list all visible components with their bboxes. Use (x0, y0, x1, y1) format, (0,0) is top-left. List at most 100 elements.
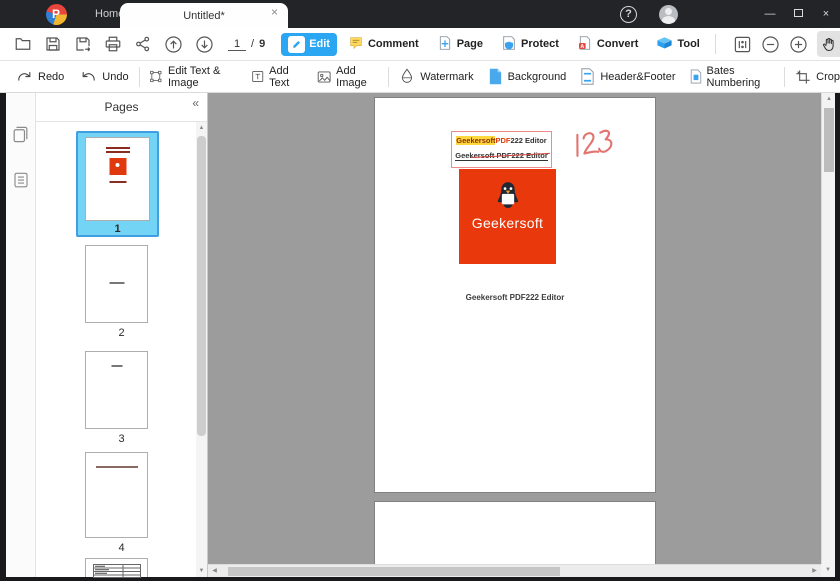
add-text-button[interactable]: Add Text (251, 65, 303, 89)
bates-numbering-button[interactable]: Bates Numbering (690, 65, 775, 89)
page-total: 9 (259, 38, 265, 50)
add-text-icon (251, 68, 264, 85)
thumbnail-1-label: 1 (78, 223, 157, 235)
tab-page[interactable]: Page (430, 32, 490, 57)
page-thumbnail-4[interactable] (85, 452, 148, 538)
background-label: Background (508, 71, 567, 83)
tab-comment[interactable]: Comment (341, 32, 426, 57)
svg-text:A: A (580, 44, 584, 50)
edit-pencil-icon (288, 36, 305, 53)
scroll-down-icon[interactable]: ▼ (196, 565, 207, 577)
watermark-label: Watermark (420, 71, 473, 83)
tab-tool[interactable]: Tool (649, 31, 706, 57)
divider (388, 67, 389, 87)
crop-button[interactable]: Crop (795, 69, 840, 85)
app-logo-icon[interactable] (46, 4, 67, 25)
add-text-label: Add Text (269, 65, 303, 89)
page-thumbnail-3[interactable] (85, 351, 148, 429)
scroll-up-icon[interactable]: ▲ (822, 93, 835, 106)
bates-numbering-icon (690, 68, 702, 85)
fit-view-icon[interactable] (733, 35, 752, 54)
tab-convert[interactable]: A Convert (570, 32, 646, 57)
header-footer-button[interactable]: Header&Footer (580, 68, 675, 85)
background-button[interactable]: Background (488, 68, 567, 85)
hand-tool-button[interactable] (817, 31, 840, 57)
page-thumbnail-1[interactable] (85, 137, 150, 221)
page-thumbnail-2[interactable] (85, 245, 148, 323)
undo-icon (80, 69, 97, 84)
page-number-input[interactable] (228, 38, 246, 51)
scroll-up-icon[interactable]: ▲ (196, 122, 207, 134)
thumbnail-4-label: 4 (36, 542, 207, 554)
scroll-right-icon[interactable]: ▶ (808, 565, 821, 577)
print-icon[interactable] (104, 35, 122, 54)
scrollbar-thumb[interactable] (197, 136, 206, 436)
text-line-1: GeekersoftPDF222 Editor (452, 136, 551, 145)
hand-icon (821, 36, 838, 53)
ink-annotation-123[interactable] (570, 125, 618, 168)
canvas-vertical-scrollbar[interactable]: ▲ (821, 93, 835, 564)
pdf-page-1[interactable]: GeekersoftPDF222 Editor Geekersoft PDF22… (374, 97, 656, 493)
collapse-panel-icon[interactable]: « (192, 96, 199, 110)
zoom-in-icon[interactable] (789, 35, 808, 54)
watermark-icon (399, 68, 415, 85)
titlebar-right: ? — × (620, 0, 840, 28)
watermark-button[interactable]: Watermark (399, 68, 473, 85)
tab-edit-label: Edit (309, 38, 330, 50)
undo-label: Undo (102, 71, 128, 83)
edit-text-image-button[interactable]: Edit Text & Image (149, 65, 236, 89)
tab-page-label: Page (457, 38, 483, 50)
zoom-out-icon[interactable] (761, 35, 780, 54)
edit-text-image-label: Edit Text & Image (168, 65, 237, 89)
close-button[interactable]: × (812, 8, 840, 20)
canvas-horizontal-scrollbar[interactable]: ◀ ▶ (208, 564, 821, 577)
maximize-button[interactable] (784, 8, 812, 20)
tab-protect[interactable]: Protect (494, 32, 566, 57)
previous-page-icon[interactable] (164, 35, 183, 54)
thumbnail-selection[interactable]: 1 (76, 131, 159, 237)
geekersoft-logo-image[interactable]: Geekersoft (459, 169, 556, 264)
minimize-button[interactable]: — (756, 8, 784, 20)
file-actions-group (14, 35, 214, 54)
redo-button[interactable]: Redo (16, 69, 64, 84)
undo-button[interactable]: Undo (80, 69, 128, 84)
document-tab[interactable]: Untitled* × (120, 3, 288, 28)
tab-edit[interactable]: Edit (281, 33, 337, 56)
thumbnails-panel-icon[interactable] (11, 125, 30, 149)
page-tool-icon (437, 35, 453, 54)
scrollbar-thumb[interactable] (228, 567, 560, 576)
divider (139, 67, 140, 87)
next-page-icon[interactable] (195, 35, 214, 54)
panel-switcher-strip (6, 93, 36, 577)
open-file-icon[interactable] (14, 35, 32, 54)
bookmarks-panel-icon[interactable] (12, 171, 30, 194)
scrollbar-thumb[interactable] (824, 108, 834, 172)
account-avatar[interactable] (659, 5, 678, 24)
page-thumbnail-5[interactable] (85, 558, 148, 577)
logo-wordmark: Geekersoft (472, 215, 543, 231)
save-as-icon[interactable] (74, 35, 92, 54)
document-tab-title: Untitled* (183, 10, 225, 22)
share-icon[interactable] (134, 35, 152, 54)
edited-text-box[interactable]: GeekersoftPDF222 Editor Geekersoft PDF22… (451, 131, 552, 168)
scroll-down-icon[interactable]: ▼ (821, 564, 835, 577)
page-caption: Geekersoft PDF222 Editor (375, 293, 655, 302)
save-icon[interactable] (44, 35, 62, 54)
pages-panel-title: Pages (104, 100, 138, 114)
add-image-button[interactable]: Add Image (317, 65, 379, 89)
document-canvas[interactable]: GeekersoftPDF222 Editor Geekersoft PDF22… (208, 93, 835, 577)
penguin-icon (493, 181, 523, 213)
marquee-icon (149, 68, 163, 85)
help-button[interactable]: ? (620, 6, 637, 23)
edit-toolbar: Redo Undo Edit Text & Image Add Text Add… (0, 61, 840, 93)
main-toolbar: / 9 Edit Comment Page (0, 28, 840, 61)
tab-close-icon[interactable]: × (271, 6, 278, 18)
maximize-icon (794, 9, 803, 17)
convert-icon: A (577, 35, 593, 54)
tab-protect-label: Protect (521, 38, 559, 50)
pdf-page-2[interactable] (374, 501, 656, 565)
pages-panel-scrollbar[interactable]: ▲ ▼ (196, 122, 207, 577)
pages-panel-header: Pages « (36, 93, 207, 122)
scroll-left-icon[interactable]: ◀ (208, 565, 221, 577)
add-image-icon (317, 69, 331, 85)
